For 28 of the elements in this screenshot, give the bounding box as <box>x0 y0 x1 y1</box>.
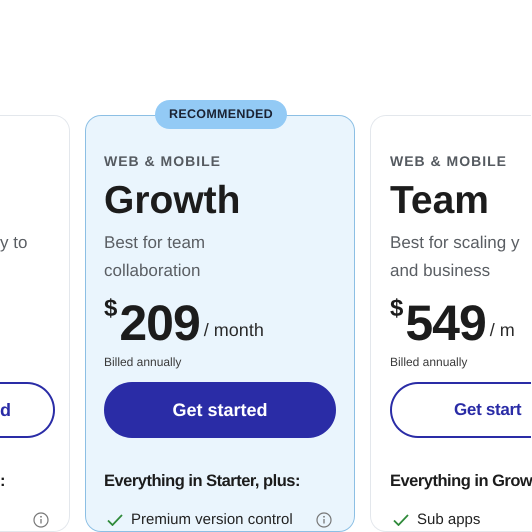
get-started-button[interactable]: d <box>0 382 55 438</box>
price-amount: 549 <box>405 297 486 349</box>
recommended-badge: RECOMMENDED <box>155 100 287 129</box>
get-started-button[interactable]: Get start <box>390 382 531 438</box>
check-icon <box>107 514 123 526</box>
check-icon <box>393 514 409 526</box>
billing-note: Billed annually <box>104 355 182 369</box>
currency-symbol: $ <box>104 295 118 323</box>
plan-description: Best for team collaboration <box>104 232 206 282</box>
features-heading: Everything in Starter, plus: <box>104 472 300 490</box>
plan-name: Team <box>390 179 489 222</box>
plan-category: WEB & MOBILE <box>104 153 221 169</box>
plan-description: Best for scaling y and business <box>390 232 520 282</box>
price-amount: 209 <box>119 297 200 349</box>
currency-symbol: $ <box>390 295 404 323</box>
info-icon[interactable] <box>316 512 332 528</box>
billing-note: Billed annually <box>390 355 468 369</box>
plan-description: y to <box>0 232 28 254</box>
features-heading: Everything in Grow <box>390 472 532 490</box>
get-started-button[interactable]: Get started <box>104 382 336 438</box>
plan-category: WEB & MOBILE <box>390 153 507 169</box>
billing-period: / month <box>204 319 264 341</box>
info-icon[interactable] <box>33 512 49 528</box>
feature-text: Sub apps <box>417 510 480 530</box>
plan-name: Growth <box>104 179 240 222</box>
features-heading: : <box>0 472 5 490</box>
feature-text: Premium version control <box>131 510 293 530</box>
billing-period: / m <box>490 319 515 341</box>
